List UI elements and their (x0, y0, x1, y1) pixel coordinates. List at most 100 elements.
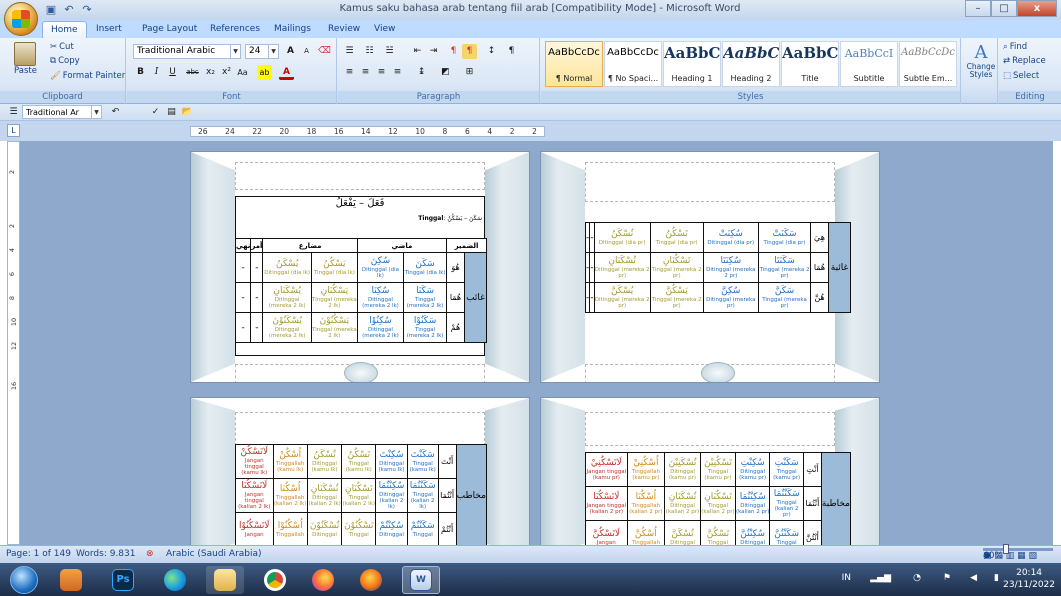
proofing-icon[interactable]: ⊗ (146, 549, 154, 559)
zoom-in-icon[interactable]: ⊕ (983, 551, 991, 561)
conjugation-cell[interactable]: سَكَنْتُمَا Tinggal (kalian 2 pr) (769, 486, 804, 521)
conjugation-cell[interactable]: لَاتَسْكُنُوْا Jangan (235, 512, 274, 545)
conjugation-cell[interactable]: لَاتَسْكُنَّ Jangan (585, 520, 628, 545)
maximize-button[interactable]: □ (991, 0, 1017, 17)
taskbar-explorer[interactable] (206, 566, 244, 594)
bullets-icon[interactable]: ☰ (342, 44, 357, 59)
conjugation-cell[interactable]: تُسْكَنَانِ Ditinggal (mereka 2 pr) (593, 252, 651, 283)
change-case-button[interactable]: Aa (235, 65, 250, 80)
select-button[interactable]: ⬚ Select (1003, 71, 1039, 81)
subscript-button[interactable]: x₂ (203, 65, 218, 80)
style-heading-1[interactable]: AaBbC Heading 1 (663, 41, 721, 87)
page-4[interactable]: لَاتَسْكُنِيْ Jangan tinggal (kamu pr) اُس… (540, 397, 880, 545)
tray-flag-icon[interactable]: ⚑ (943, 573, 951, 583)
change-styles-button[interactable]: A Change Styles (965, 42, 997, 79)
save-icon[interactable]: ▣ (44, 3, 58, 17)
conjugation-cell[interactable]: سُكِنَتْ Ditinggal (dia pr) (702, 222, 760, 253)
find-button[interactable]: ⌕ Find (1003, 42, 1027, 52)
conjugation-cell[interactable]: اُسْكُنَا Tinggallah (kalian 2 pr) (626, 486, 666, 521)
font-family-select[interactable]: Traditional Arabic ▼ (133, 44, 241, 59)
taskbar-app[interactable] (352, 566, 390, 594)
tab-insert[interactable]: Insert (88, 21, 130, 38)
tab-references[interactable]: References (202, 21, 268, 38)
word-count[interactable]: Words: 9.831 (76, 549, 135, 559)
zoom-knob[interactable] (1003, 544, 1009, 554)
borders-icon[interactable]: ⊞ (462, 65, 477, 80)
bold-button[interactable]: B (133, 65, 148, 80)
conjugation-cell[interactable]: سُكِنْتُمْ Ditinggal (375, 512, 408, 545)
redo-icon[interactable]: ↷ (80, 3, 94, 17)
vertical-ruler[interactable]: 2 2 4 6 8 10 12 16 (7, 141, 20, 545)
bullets-icon[interactable]: ☰ (6, 105, 21, 120)
conjugation-cell[interactable]: تُسْكَنَانِ Ditinggal (kalian 2 lk) (306, 478, 343, 513)
conjugation-cell[interactable]: سَكَنْتُمَا Tinggal (kalian 2 lk) (406, 478, 439, 513)
shading-icon[interactable]: ◩ (438, 65, 453, 80)
tray-network-icon[interactable]: ▂▄▆ (870, 573, 891, 583)
conjugation-cell[interactable]: اُسْكُنَّ Tinggallah (626, 520, 666, 545)
tray-wifi-icon[interactable]: ◔ (913, 573, 921, 583)
conjugation-cell[interactable]: تَسْكُنُ Tinggal (dia pr) (649, 222, 704, 253)
conjugation-cell[interactable]: اُسْكُنِيْ Tinggallah (kamu pr) (626, 452, 666, 487)
conjugation-cell[interactable]: سَكَنَا Tinggal (mereka 2 lk) (403, 282, 447, 313)
conjugation-cell[interactable]: سُكِنْتَ Ditinggal (kamu lk) (375, 444, 408, 479)
paste-button[interactable]: Paste (14, 42, 37, 76)
office-button[interactable] (4, 2, 38, 36)
grow-font-button[interactable]: A (283, 44, 298, 59)
superscript-button[interactable]: x² (219, 65, 234, 80)
conjugation-cell[interactable]: تُسْكَنُ Ditinggal (dia pr) (593, 222, 651, 253)
strikethrough-button[interactable]: abc (185, 65, 200, 80)
conjugation-cell[interactable]: يَسْكُنَّ Tinggal (mereka 2 pr) (649, 282, 704, 313)
conjugation-cell[interactable]: تَسْكُنَانِ Tinggal (kalian 2 pr) (700, 486, 736, 521)
style-heading-2[interactable]: AaBbCcHeading 2 (722, 41, 780, 87)
taskbar-media[interactable] (52, 566, 90, 594)
taskbar-word[interactable]: W (402, 566, 440, 594)
style-subtitle[interactable]: AaBbCcI Subtitle (840, 41, 898, 87)
conjugation-cell[interactable]: يُسْكَنُ Ditinggal (dia lk) (262, 252, 312, 283)
conjugation-cell[interactable]: سُكِنَا Ditinggal (mereka 2 lk) (356, 282, 405, 313)
conjugation-cell[interactable]: لَاتَسْكُنَا Jangan tinggal (kalian 2 lk) (235, 478, 274, 513)
minimize-button[interactable]: – (965, 0, 991, 17)
conjugation-cell[interactable]: لَاتَسْكُنِيْ Jangan tinggal (kamu pr) (585, 452, 628, 487)
clear-format-icon[interactable]: ⌫ (317, 44, 332, 59)
align-center-icon[interactable]: ≡ (358, 65, 373, 80)
conjugation-cell[interactable]: سُكِنْتُنَّ Ditinggal (734, 520, 771, 545)
close-button[interactable]: x (1017, 0, 1057, 17)
align-left-icon[interactable]: ≡ (342, 65, 357, 80)
tab-mailings[interactable]: Mailings (266, 21, 319, 38)
conjugation-cell[interactable]: سُكِنْتِ Ditinggal (kamu pr) (734, 452, 771, 487)
conjugation-cell[interactable]: سَكَنَتْ Tinggal (dia pr) (758, 222, 811, 253)
start-button[interactable] (4, 566, 44, 594)
conjugation-cell[interactable]: سَكَنَ Tinggal (dia lk) (403, 252, 447, 283)
taskbar-chrome[interactable] (256, 566, 294, 594)
conjugation-cell[interactable]: تَسْكُنَانِ Tinggal (kalian 2 lk) (341, 478, 377, 513)
conjugation-cell[interactable]: تَسْكُنِيْنَ Tinggal (kamu pr) (700, 452, 736, 487)
align-right-icon[interactable]: ≡ (374, 65, 389, 80)
tray-language[interactable]: IN (842, 573, 851, 583)
tab-home[interactable]: Home (42, 21, 87, 38)
language-indicator[interactable]: Arabic (Saudi Arabia) (166, 549, 262, 559)
style-subtle-emphasis[interactable]: AaBbCcDc Subtle Em... (899, 41, 957, 87)
zoom-slider[interactable] (983, 544, 1053, 554)
font-size-select[interactable]: 24 ▼ (245, 44, 279, 59)
conjugation-cell[interactable]: تُسْكَنَانِ Ditinggal (kalian 2 pr) (664, 486, 701, 521)
conjugation-cell[interactable]: سَكَنَّ Tinggal (mereka pr) (758, 282, 811, 313)
style-no-spacing[interactable]: AaBbCcDc ¶ No Spaci... (604, 41, 662, 87)
conjugation-cell[interactable]: تُسْكَنِيْنَ Ditinggal (kamu pr) (664, 452, 701, 487)
tab-selector-button[interactable]: L (7, 124, 20, 137)
conjugation-cell[interactable]: تَسْكُنَّ Tinggal (700, 520, 736, 545)
taskbar-edge[interactable] (156, 566, 194, 594)
conjugation-cell[interactable]: يُسْكَنَانِ Ditinggal (mereka 2 lk) (262, 282, 312, 313)
conjugation-cell[interactable]: سَكَنْتَ Tinggal (kamu lk) (406, 444, 439, 479)
conjugation-cell[interactable]: تَسْكُنَانِ Tinggal (mereka 2 pr) (649, 252, 704, 283)
conjugation-cell[interactable]: سَكَنُوْا Tinggal (mereka 2 lk) (403, 312, 447, 343)
line-spacing-icon[interactable]: ↨ (414, 65, 429, 80)
conjugation-cell[interactable]: سَكَنْتُمْ Tinggal (406, 512, 439, 545)
conjugation-cell[interactable]: يَسْكُنُوْنَ Tinggal (mereka 2 lk) (310, 312, 358, 343)
tray-volume-icon[interactable]: ◀ (970, 573, 977, 583)
tab-review[interactable]: Review (320, 21, 368, 38)
justify-icon[interactable]: ≡ (390, 65, 405, 80)
page-2[interactable]: - - تُسْكَنُ Ditinggal (dia pr) تَسْكُنُ Ting… (540, 151, 880, 383)
conjugation-cell[interactable]: تُسْكَنُوْنَ Ditinggal (306, 512, 343, 545)
conjugation-cell[interactable]: تَسْكُنُ Tinggal (kamu lk) (341, 444, 377, 479)
conjugation-cell[interactable]: سُكِنُوْا Ditinggal (mereka 2 lk) (356, 312, 405, 343)
